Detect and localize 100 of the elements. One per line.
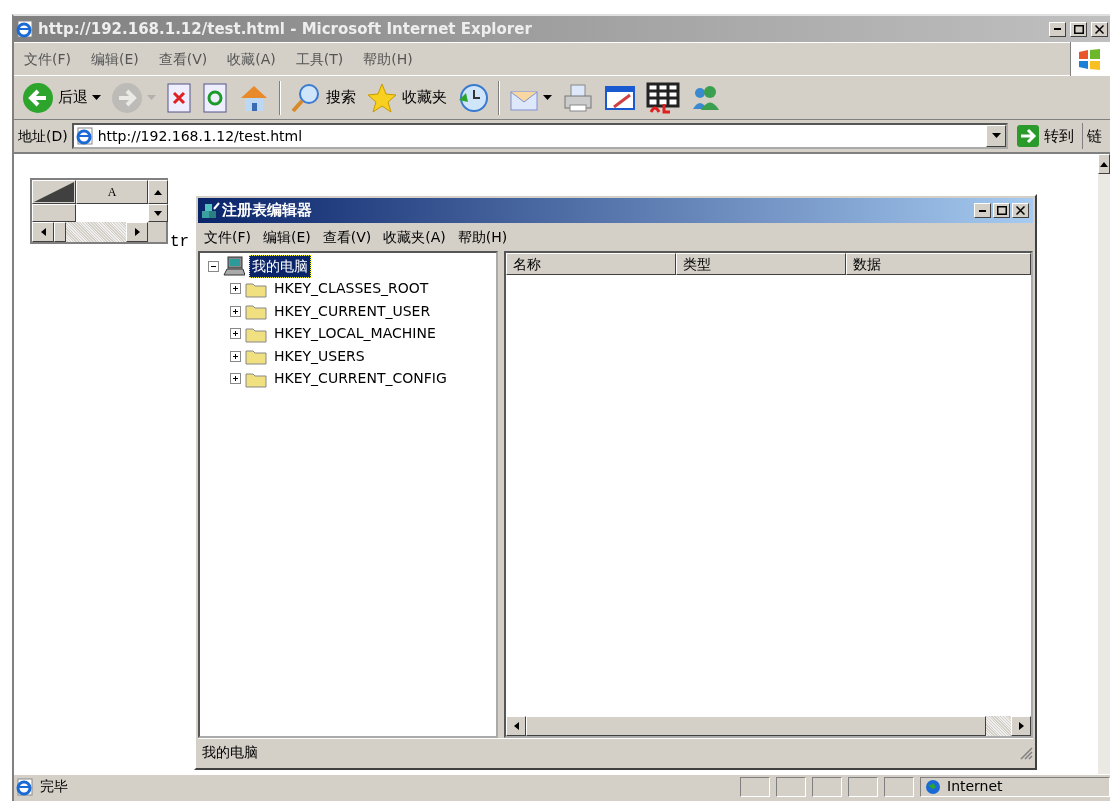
tree-item[interactable]: HKEY_CURRENT_CONFIG	[271, 367, 450, 391]
column-header[interactable]: 数据	[846, 253, 1031, 275]
dropdown-arrow-icon	[991, 133, 1001, 139]
maximize-icon	[996, 206, 1007, 215]
grid-cell[interactable]	[76, 204, 148, 222]
window-title: http://192.168.1.12/test.html - Microsoft Internet Explorer	[38, 18, 533, 40]
status-pane	[848, 776, 878, 797]
menu-item[interactable]: 收藏(A)	[217, 48, 286, 70]
refresh-icon	[202, 82, 228, 113]
column-header[interactable]: 类型	[676, 253, 846, 275]
menu-item[interactable]: 文件(F)	[14, 48, 81, 70]
row-header	[32, 204, 76, 222]
minus-icon	[208, 260, 219, 272]
scroll-up-icon	[154, 189, 162, 195]
scroll-left-icon	[513, 722, 519, 730]
expand-toggle[interactable]	[230, 305, 241, 317]
caret-icon	[92, 94, 101, 101]
back-button[interactable]: 后退	[18, 79, 105, 116]
scroll-right-icon	[134, 228, 140, 236]
close-button[interactable]	[1091, 21, 1108, 37]
minimize-button[interactable]	[1049, 21, 1066, 37]
scrollbar[interactable]	[1098, 154, 1110, 774]
expand-toggle[interactable]	[230, 373, 241, 385]
plus-icon	[230, 328, 241, 340]
minimize-icon	[979, 209, 986, 212]
scroll-up-icon	[1100, 161, 1108, 167]
plus-icon	[230, 373, 241, 385]
plus-icon	[230, 283, 241, 295]
menu-item[interactable]: 文件(F)	[198, 226, 257, 248]
plus-icon	[230, 305, 241, 317]
tree-item[interactable]: 我的电脑	[249, 254, 311, 278]
links-button[interactable]: 链	[1082, 122, 1106, 150]
globe-icon	[925, 778, 941, 795]
tree-item[interactable]: HKEY_CLASSES_ROOT	[271, 277, 432, 301]
status-pane	[776, 776, 806, 797]
close-button[interactable]	[1012, 203, 1029, 218]
menu-item[interactable]: 工具(T)	[285, 48, 354, 70]
arrow-left-icon	[22, 81, 54, 114]
favorites-button[interactable]: 收藏夹	[362, 79, 451, 116]
maximize-button[interactable]	[993, 203, 1010, 218]
status-text: 我的电脑	[202, 743, 259, 762]
plus-icon	[230, 350, 241, 362]
scroll-left-icon	[40, 228, 46, 236]
pencil-page-icon	[604, 83, 636, 112]
folder-icon	[245, 302, 267, 321]
column-header[interactable]: 名称	[506, 253, 676, 275]
go-button[interactable]: 转到	[1012, 122, 1078, 150]
menu-item[interactable]: 帮助(H)	[353, 48, 423, 70]
expand-toggle[interactable]	[230, 328, 241, 340]
scroll-thumb[interactable]	[54, 222, 66, 242]
status-text: 完毕	[40, 777, 69, 796]
status-pane	[812, 776, 842, 797]
close-icon	[1095, 24, 1104, 34]
menu-item[interactable]: 查看(V)	[148, 48, 218, 70]
page-text: tr	[170, 232, 190, 253]
search-icon	[290, 81, 322, 114]
minimize-button[interactable]	[974, 203, 991, 218]
maximize-button[interactable]	[1070, 21, 1087, 37]
minimize-icon	[1054, 28, 1061, 30]
menu-item[interactable]: 帮助(H)	[451, 226, 514, 248]
computer-icon	[223, 256, 245, 277]
scroll-right-icon	[1018, 722, 1024, 730]
tree-item[interactable]: HKEY_LOCAL_MACHINE	[271, 322, 439, 346]
address-label: 地址(D)	[18, 126, 68, 146]
status-pane	[740, 776, 770, 797]
resize-grip-icon	[1019, 745, 1033, 760]
scroll-down-icon	[154, 210, 162, 216]
arrow-right-icon	[111, 81, 143, 114]
menu-item[interactable]: 编辑(E)	[257, 226, 317, 248]
maximize-icon	[1073, 24, 1084, 34]
folder-icon	[245, 347, 267, 366]
registry-cubes-icon	[200, 200, 220, 221]
close-icon	[1016, 206, 1025, 215]
page-icon	[16, 777, 34, 796]
stop-icon	[166, 82, 192, 113]
page-icon	[75, 127, 94, 145]
ie-logo-icon	[16, 20, 34, 38]
tree-item[interactable]: HKEY_USERS	[271, 344, 368, 368]
windows-logo-icon	[1077, 48, 1101, 70]
window-title: 注册表编辑器	[222, 200, 313, 222]
caret-icon	[543, 94, 552, 101]
search-button[interactable]: 搜索	[286, 79, 360, 116]
menu-item[interactable]: 收藏夹(A)	[377, 226, 452, 248]
printer-icon	[562, 82, 594, 113]
caret-icon	[147, 94, 156, 101]
star-icon	[366, 81, 398, 114]
clock-icon	[457, 81, 489, 114]
column-header: A	[76, 180, 148, 204]
grid-icon	[646, 81, 680, 114]
spreadsheet-control[interactable]: A	[30, 178, 168, 244]
address-field[interactable]: http://192.168.1.12/test.html	[71, 123, 1008, 149]
menu-item[interactable]: 编辑(E)	[81, 48, 149, 70]
zone-text: Internet	[947, 777, 1003, 796]
status-pane	[884, 776, 914, 797]
tree-item[interactable]: HKEY_CURRENT_USER	[271, 299, 434, 323]
scrollbar[interactable]	[32, 222, 148, 242]
menu-item[interactable]: 查看(V)	[316, 226, 378, 248]
expand-toggle[interactable]	[230, 350, 241, 362]
collapse-toggle[interactable]	[208, 260, 219, 272]
expand-toggle[interactable]	[230, 283, 241, 295]
